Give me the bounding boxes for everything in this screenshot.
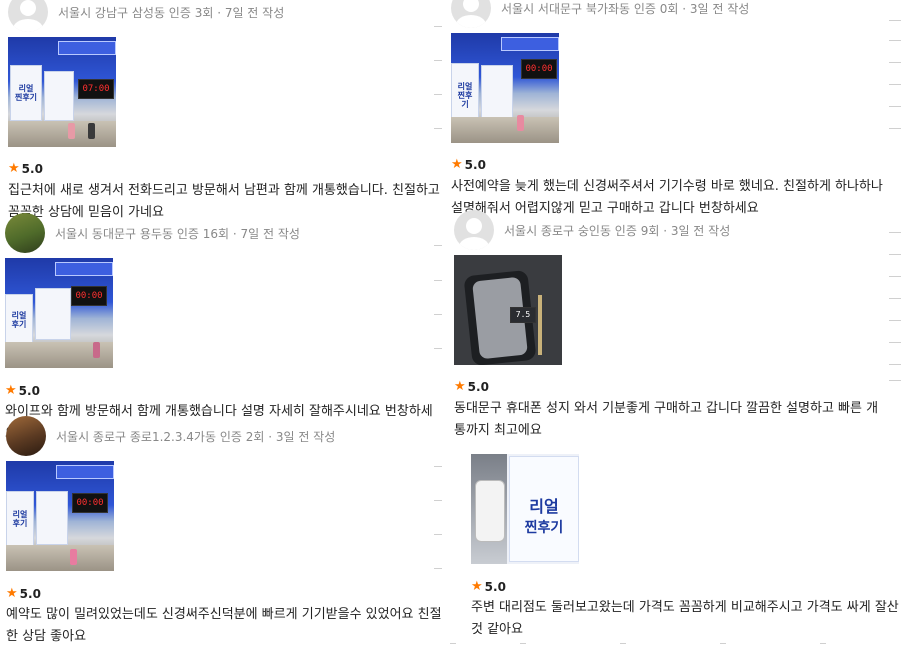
review-photo[interactable]: 리얼 찐후기 00:00 — [451, 33, 559, 143]
avatar[interactable] — [454, 210, 494, 250]
separator — [434, 60, 442, 61]
separator — [889, 232, 901, 233]
rating: ★ 5.0 — [8, 161, 43, 176]
separator — [889, 106, 901, 107]
separator — [889, 298, 901, 299]
separator — [889, 84, 901, 85]
separator — [450, 643, 456, 644]
separator — [434, 128, 442, 129]
separator — [620, 643, 626, 644]
review-photo[interactable]: 7.5 — [454, 255, 562, 365]
reviewer-location: 서울시 서대문구 북가좌동 인증 0회 · 3일 전 작성 — [501, 1, 750, 16]
separator — [889, 128, 901, 129]
avatar[interactable] — [8, 0, 48, 32]
separator — [889, 40, 901, 41]
review-meta: 서울시 서대문구 북가좌동 인증 0회 · 3일 전 작성 — [451, 0, 749, 28]
separator — [889, 276, 901, 277]
separator — [434, 280, 442, 281]
review-meta: 서울시 종로구 종로1.2.3.4가동 인증 2회 · 3일 전 작성 — [6, 416, 335, 456]
review-photo[interactable]: 리얼 후기 00:00 — [6, 461, 114, 571]
review-text: 예약도 많이 밀려있었는데도 신경써주신덕분에 빠르게 기기받을수 있었어요 친… — [6, 607, 442, 644]
separator — [889, 342, 901, 343]
separator — [820, 643, 826, 644]
separator — [434, 500, 442, 501]
rating: ★ 5.0 — [6, 586, 41, 601]
star-icon: ★ — [471, 579, 483, 594]
separator — [434, 245, 442, 246]
separator — [434, 348, 442, 349]
separator — [889, 320, 901, 321]
separator — [434, 314, 442, 315]
separator — [434, 568, 442, 569]
separator — [434, 94, 442, 95]
star-icon: ★ — [5, 383, 17, 398]
review-text: 주변 대리점도 둘러보고왔는데 가격도 꼼꼼하게 비교해주시고 가격도 싸게 잘… — [471, 600, 899, 637]
review-meta: 서울시 강남구 삼성동 인증 3회 · 7일 전 작성 — [8, 0, 284, 32]
separator — [889, 380, 901, 381]
separator — [434, 534, 442, 535]
star-icon: ★ — [6, 586, 18, 601]
rating: ★ 5.0 — [471, 579, 506, 594]
rating: ★ 5.0 — [454, 379, 489, 394]
reviewer-location: 서울시 종로구 숭인동 인증 9회 · 3일 전 작성 — [504, 223, 731, 238]
review-text: 동대문구 휴대폰 성지 와서 기분좋게 구매하고 갑니다 깔끔한 설명하고 빠른… — [454, 401, 879, 438]
avatar[interactable] — [5, 213, 45, 253]
review-meta: 서울시 동대문구 용두동 인증 16회 · 7일 전 작성 — [5, 213, 300, 253]
review-photo[interactable]: 리얼 후기 00:00 — [5, 258, 113, 368]
reviewer-location: 서울시 동대문구 용두동 인증 16회 · 7일 전 작성 — [55, 226, 300, 241]
review-photo[interactable]: 리얼 찐후기 — [471, 454, 579, 564]
rating: ★ 5.0 — [451, 157, 486, 172]
rating: ★ 5.0 — [5, 383, 40, 398]
separator — [520, 643, 526, 644]
separator — [720, 643, 726, 644]
star-icon: ★ — [8, 161, 20, 176]
separator — [889, 20, 901, 21]
separator — [434, 466, 442, 467]
star-icon: ★ — [454, 379, 466, 394]
separator — [889, 254, 901, 255]
star-icon: ★ — [451, 157, 463, 172]
review-photo[interactable]: 리얼 찐후기 07:00 — [8, 37, 116, 147]
review-meta: 서울시 종로구 숭인동 인증 9회 · 3일 전 작성 — [454, 210, 730, 250]
separator — [889, 364, 901, 365]
reviewer-location: 서울시 종로구 종로1.2.3.4가동 인증 2회 · 3일 전 작성 — [56, 429, 336, 444]
avatar[interactable] — [6, 416, 46, 456]
separator — [889, 62, 901, 63]
separator — [434, 26, 442, 27]
reviewer-location: 서울시 강남구 삼성동 인증 3회 · 7일 전 작성 — [58, 5, 285, 20]
avatar[interactable] — [451, 0, 491, 28]
